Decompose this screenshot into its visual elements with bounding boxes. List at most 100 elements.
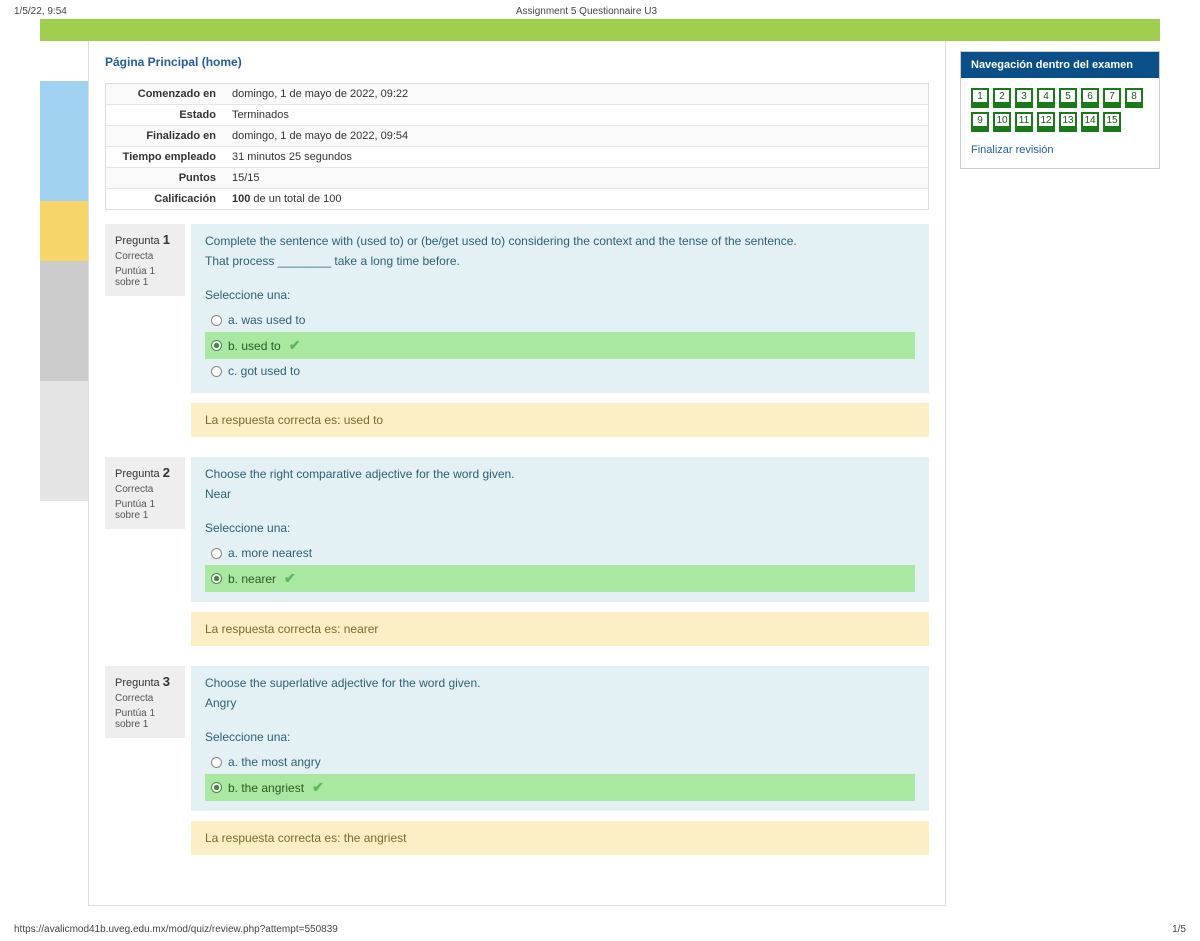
nav-question-button[interactable]: 14 [1081,112,1099,132]
question-body: Choose the superlative adjective for the… [191,666,929,855]
nav-question-button[interactable]: 6 [1081,88,1099,108]
question-number: Pregunta 2 [115,465,175,480]
question-number: Pregunta 3 [115,674,175,689]
nav-question-button[interactable]: 4 [1037,88,1055,108]
footer-page: 1/5 [1172,924,1186,935]
question-body: Choose the right comparative adjective f… [191,457,929,646]
print-title: Assignment 5 Questionnaire U3 [516,6,657,17]
attempt-summary-table: Comenzado endomingo, 1 de mayo de 2022, … [105,83,929,210]
check-icon: ✔ [289,337,301,354]
answer-text: b. used to [228,339,281,353]
radio-icon [211,573,222,584]
nav-question-button[interactable]: 12 [1037,112,1055,132]
question-feedback: La respuesta correcta es: used to [191,403,929,437]
nav-question-button[interactable]: 10 [993,112,1011,132]
radio-icon [211,757,222,768]
question-options: Seleccione una: a. the most angry b. the a… [191,724,929,811]
radio-icon [211,366,222,377]
summary-row: EstadoTerminados [106,105,928,126]
right-sidebar: Navegación dentro del examen 12345678 910… [960,41,1160,906]
answer-option[interactable]: a. more nearest [205,541,915,565]
radio-icon [211,315,222,326]
finish-review-link[interactable]: Finalizar revisión [971,144,1054,156]
summary-value: Terminados [224,105,928,125]
answer-text: b. the angriest [228,781,304,795]
nav-question-button[interactable]: 11 [1015,112,1033,132]
nav-question-button[interactable]: 3 [1015,88,1033,108]
answer-text: c. got used to [228,364,300,378]
print-footer: https://avalicmod41b.uveg.edu.mx/mod/qui… [14,924,1186,935]
summary-value: domingo, 1 de mayo de 2022, 09:22 [224,84,928,104]
print-header: 1/5/22, 9:54 Assignment 5 Questionnaire … [0,0,1200,19]
question-prompt: Choose the superlative adjective for the… [191,666,929,724]
nav-question-button[interactable]: 2 [993,88,1011,108]
summary-label: Puntos [106,168,224,188]
summary-row: Puntos15/15 [106,168,928,189]
question-grade: Puntúa 1 sobre 1 [115,266,175,288]
breadcrumb: Página Principal (home) [105,51,929,83]
quiz-nav-panel: Navegación dentro del examen 12345678 910… [960,51,1160,169]
question-feedback: La respuesta correcta es: the angriest [191,821,929,855]
question-block: Pregunta 3 Correcta Puntúa 1 sobre 1 Choose… [105,666,929,855]
summary-value: 31 minutos 25 segundos [224,147,928,167]
question-info: Pregunta 3 Correcta Puntúa 1 sobre 1 [105,666,185,738]
summary-label: Comenzado en [106,84,224,104]
question-options: Seleccione una: a. more nearest b. nearer ✔ [191,515,929,602]
summary-row: Calificación100 de un total de 100 [106,189,928,209]
answer-option[interactable]: b. the angriest ✔ [205,774,915,801]
question-prompt: Complete the sentence with (used to) or … [191,224,929,282]
footer-url: https://avalicmod41b.uveg.edu.mx/mod/qui… [14,924,338,935]
question-prompt: Choose the right comparative adjective f… [191,457,929,515]
radio-icon [211,548,222,559]
summary-label: Tiempo empleado [106,147,224,167]
nav-question-button[interactable]: 9 [971,112,989,132]
select-one-label: Seleccione una: [205,521,915,535]
nav-question-button[interactable]: 5 [1059,88,1077,108]
answer-text: b. nearer [228,572,276,586]
check-icon: ✔ [312,779,324,796]
select-one-label: Seleccione una: [205,730,915,744]
question-grade: Puntúa 1 sobre 1 [115,499,175,521]
question-state: Correcta [115,693,175,704]
select-one-label: Seleccione una: [205,288,915,302]
question-number: Pregunta 1 [115,232,175,247]
answer-option[interactable]: b. used to ✔ [205,332,915,359]
breadcrumb-home-link[interactable]: Página Principal (home) [105,55,242,69]
radio-icon [211,340,222,351]
print-datetime: 1/5/22, 9:54 [14,6,67,17]
answer-option[interactable]: c. got used to [205,359,915,383]
answer-option[interactable]: a. was used to [205,308,915,332]
summary-value: 15/15 [224,168,928,188]
summary-row: Tiempo empleado31 minutos 25 segundos [106,147,928,168]
question-options: Seleccione una: a. was used to b. used to ✔… [191,282,929,393]
question-state: Correcta [115,251,175,262]
nav-question-button[interactable]: 8 [1125,88,1143,108]
answer-text: a. was used to [228,313,305,327]
summary-row: Comenzado endomingo, 1 de mayo de 2022, … [106,84,928,105]
answer-option[interactable]: a. the most angry [205,750,915,774]
answer-option[interactable]: b. nearer ✔ [205,565,915,592]
nav-question-button[interactable]: 13 [1059,112,1077,132]
check-icon: ✔ [284,570,296,587]
question-info: Pregunta 2CorrectaPuntúa 1 sobre 1 [105,457,185,529]
answer-text: a. the most angry [228,755,321,769]
answer-text: a. more nearest [228,546,312,560]
nav-question-button[interactable]: 15 [1103,112,1121,132]
summary-value: domingo, 1 de mayo de 2022, 09:54 [224,126,928,146]
question-feedback: La respuesta correcta es: nearer [191,612,929,646]
left-color-strip [40,41,88,906]
question-block: Pregunta 2CorrectaPuntúa 1 sobre 1Choose… [105,457,929,646]
question-grade: Puntúa 1 sobre 1 [115,708,175,730]
question-info: Pregunta 1 Correcta Puntúa 1 sobre 1 [105,224,185,296]
nav-question-button[interactable]: 7 [1103,88,1121,108]
summary-row: Finalizado endomingo, 1 de mayo de 2022,… [106,126,928,147]
top-green-bar [40,19,1160,41]
radio-icon [211,782,222,793]
nav-question-button[interactable]: 1 [971,88,989,108]
quiz-nav-title: Navegación dentro del examen [961,52,1159,78]
summary-label: Calificación [106,189,224,209]
summary-label: Finalizado en [106,126,224,146]
question-body: Complete the sentence with (used to) or … [191,224,929,437]
main-content: Página Principal (home) Comenzado endomi… [88,41,946,906]
summary-label: Estado [106,105,224,125]
